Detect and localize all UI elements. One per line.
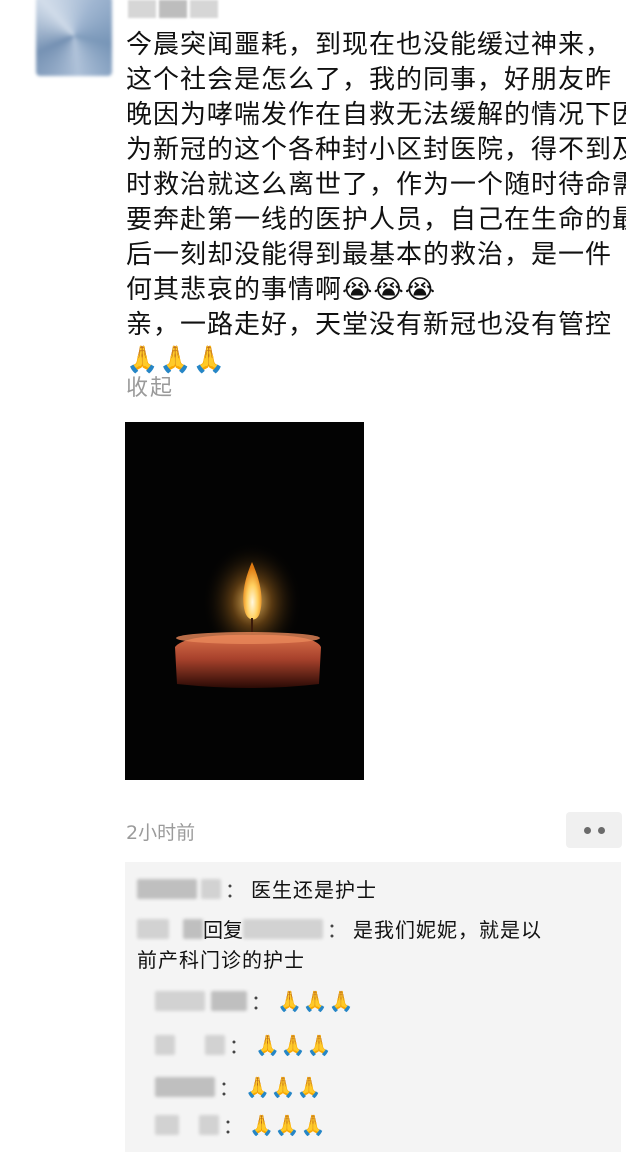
comment-text-continuation: 前产科门诊的护士 bbox=[137, 944, 305, 973]
comment-item[interactable]: ： 🙏🙏🙏 bbox=[155, 1030, 333, 1059]
reply-target-redacted bbox=[243, 918, 323, 939]
commenter-name-redacted bbox=[211, 990, 247, 1011]
more-dots-icon[interactable] bbox=[566, 812, 622, 848]
comment-item[interactable]: ： 医生还是护士 bbox=[137, 874, 377, 903]
post-line: 为新冠的这个各种封小区封医院，得不到及 bbox=[126, 135, 626, 165]
comment-item[interactable]: ： 🙏🙏🙏 bbox=[155, 1072, 323, 1101]
commenter-name-redacted bbox=[155, 1076, 215, 1097]
commenter-name-redacted bbox=[205, 1034, 225, 1055]
commenter-name-redacted bbox=[183, 918, 203, 939]
post-line-with-emoji: 何其悲哀的事情啊😭😭😭 bbox=[126, 273, 616, 308]
pray-emoji-icon: 🙏🙏🙏 bbox=[249, 1112, 327, 1137]
comment-item[interactable]: ： 🙏🙏🙏 bbox=[155, 1110, 327, 1139]
reply-label: 回复 bbox=[203, 918, 243, 942]
comment-item[interactable]: ： 🙏🙏🙏 bbox=[155, 986, 355, 1015]
post-line: 时救治就这么离世了，作为一个随时待命需 bbox=[126, 170, 626, 200]
candle-top bbox=[176, 632, 320, 644]
candle-image bbox=[175, 542, 321, 688]
comment-text: 医生还是护士 bbox=[251, 878, 377, 902]
post-time: 2小时前 bbox=[126, 822, 196, 844]
commenter-name-redacted bbox=[155, 990, 205, 1011]
collapse-link[interactable]: 收起 bbox=[126, 370, 174, 402]
candle-photo[interactable] bbox=[125, 422, 364, 780]
comment-text: 前产科门诊的护士 bbox=[137, 948, 305, 972]
pray-emoji-icon: 🙏🙏🙏 bbox=[255, 1032, 333, 1057]
commenter-name-redacted bbox=[137, 918, 169, 939]
post-line: 后一刻却没能得到最基本的救治，是一件 bbox=[126, 240, 613, 270]
post-line: 要奔赴第一线的医护人员，自己在生命的最 bbox=[126, 205, 626, 235]
commenter-name-redacted bbox=[199, 1114, 219, 1135]
commenter-name-redacted bbox=[155, 1114, 179, 1135]
dot bbox=[583, 826, 591, 834]
pray-emoji-icon: 🙏🙏🙏 bbox=[126, 345, 227, 375]
commenter-name-redacted bbox=[137, 878, 197, 899]
pray-emoji-icon: 🙏🙏🙏 bbox=[245, 1074, 323, 1099]
comment-text: 是我们妮妮，就是以 bbox=[353, 918, 542, 942]
author-name-redacted[interactable] bbox=[128, 0, 218, 18]
post-line: 这个社会是怎么了，我的同事，好朋友昨 bbox=[126, 65, 613, 95]
post-line: 何其悲哀的事情啊 bbox=[126, 275, 343, 305]
author-avatar[interactable] bbox=[36, 0, 112, 76]
commenter-name-redacted bbox=[201, 878, 221, 899]
comment-reply-header[interactable]: 回复 ： 是我们妮妮，就是以 bbox=[137, 914, 542, 943]
commenter-name-redacted bbox=[155, 1034, 175, 1055]
post-line: 亲，一路走好，天堂没有新冠也没有管控 bbox=[126, 310, 613, 340]
comments-section: ： 医生还是护士 回复 ： 是我们妮妮，就是以 前产科门诊的护士 ： 🙏🙏🙏 ：… bbox=[125, 862, 621, 1152]
post-line: 今晨突闻噩耗，到现在也没能缓过神来， bbox=[126, 30, 613, 60]
crying-emoji-icon: 😭😭😭 bbox=[342, 275, 437, 305]
post-text: 今晨突闻噩耗，到现在也没能缓过神来， 这个社会是怎么了，我的同事，好朋友昨 晚因… bbox=[126, 28, 626, 378]
post-line: 晚因为哮喘发作在自救无法缓解的情况下因 bbox=[126, 100, 626, 130]
pray-emoji-icon: 🙏🙏🙏 bbox=[277, 988, 355, 1013]
dot bbox=[597, 826, 605, 834]
